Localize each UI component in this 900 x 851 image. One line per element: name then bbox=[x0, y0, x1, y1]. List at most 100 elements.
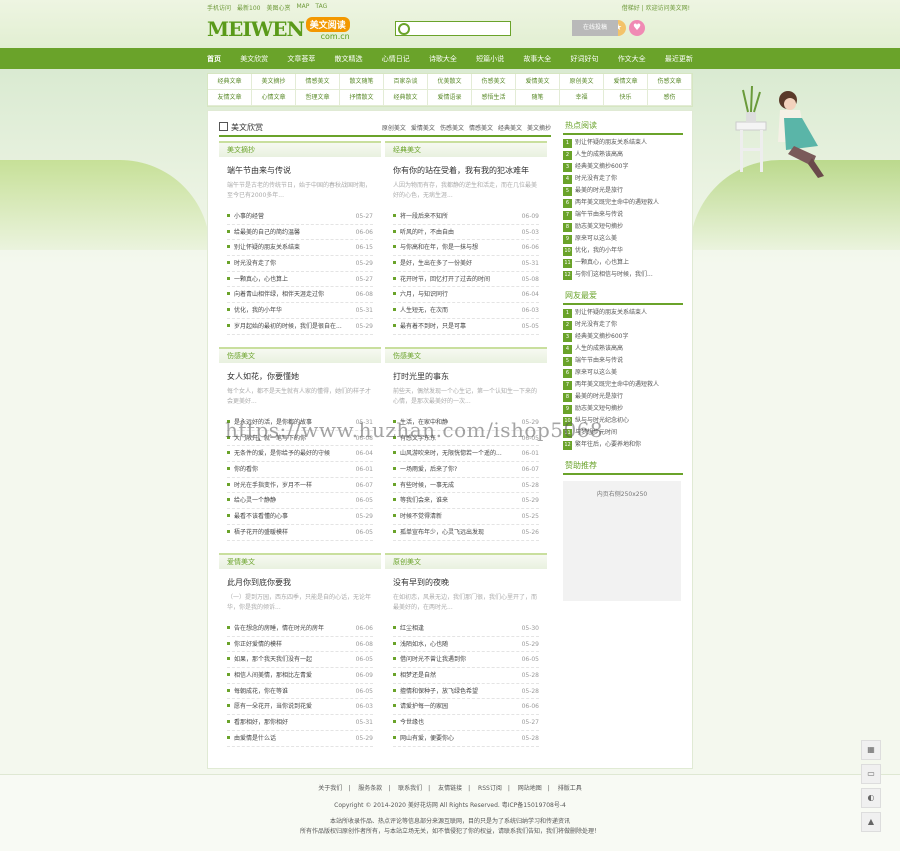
section-tab[interactable]: 原创美文 bbox=[382, 123, 406, 132]
nav-item-home[interactable]: 首页 bbox=[207, 54, 221, 64]
list-item[interactable]: 等我们会来，谁来 05-29 bbox=[393, 493, 539, 510]
list-item-title[interactable]: 你正好爱情的模样 bbox=[227, 637, 282, 652]
list-item-title[interactable]: 时光在手指变作，岁月不一样 bbox=[227, 478, 312, 493]
top-link-latest[interactable]: 最新100 bbox=[237, 3, 260, 12]
sidebar-list-item[interactable]: 9 励志美文短句摘抄 bbox=[563, 403, 683, 415]
section-tab[interactable]: 经典美文 bbox=[498, 123, 522, 132]
list-item-title[interactable]: 听风的叶，不由自由 bbox=[393, 225, 454, 240]
sub-nav-item[interactable]: 幸福 bbox=[560, 90, 604, 106]
list-item-title[interactable]: 最有着不到时，只是可靠 bbox=[393, 319, 466, 334]
list-item[interactable]: 人生短无，在次而 06-03 bbox=[393, 303, 539, 319]
list-item[interactable]: 小事的经营 05-27 bbox=[227, 209, 373, 225]
site-logo[interactable]: MEIWEN 美文阅读 com.cn bbox=[207, 17, 350, 41]
sidebar-item-title[interactable]: 两年美文既完主命中的遇短救人 bbox=[575, 199, 659, 206]
list-item[interactable]: 时光没有走了你 05-29 bbox=[227, 256, 373, 272]
list-item[interactable]: 每朝成花，你在等谁 06-05 bbox=[227, 684, 373, 700]
nav-item[interactable]: 文章荟萃 bbox=[287, 54, 315, 64]
list-item[interactable]: 最看不该看懂的心事 05-29 bbox=[227, 509, 373, 525]
submit-article-button[interactable]: 在线投稿 bbox=[572, 20, 618, 36]
list-item-title[interactable]: 梧子花开的盛暖模样 bbox=[227, 525, 288, 540]
sidebar-list-item[interactable]: 2 时光没有走了你 bbox=[563, 319, 683, 331]
feature-title[interactable]: 女人如花，你要懂她 bbox=[227, 371, 381, 382]
list-item-title[interactable]: 给最美的自己的简约温馨 bbox=[227, 225, 300, 240]
feature-title[interactable]: 你有你的站在受着，我有我的犯冰难年 bbox=[393, 165, 547, 176]
list-item[interactable]: 梧子花开的盛暖模样 06-05 bbox=[227, 525, 373, 541]
sidebar-list-item[interactable]: 8 最美的时光是旅行 bbox=[563, 391, 683, 403]
list-item-title[interactable]: 浅陌如水，心也随 bbox=[393, 637, 448, 652]
sidebar-item-title[interactable]: 经典美文摘抄600字 bbox=[575, 163, 628, 170]
list-item-title[interactable]: 无条件的爱，是你给予的最好的守候 bbox=[227, 446, 330, 461]
sub-nav-item[interactable]: 经典文章 bbox=[208, 74, 252, 90]
sub-nav-item[interactable]: 随笔 bbox=[516, 90, 560, 106]
sidebar-item-title[interactable]: 人生的成熟该高高 bbox=[575, 345, 623, 352]
sub-nav-item[interactable]: 哲理文章 bbox=[296, 90, 340, 106]
list-item[interactable]: 时候不觉得清新 05-25 bbox=[393, 509, 539, 525]
list-item[interactable]: 别让怀疑的朋友关系结束 06-15 bbox=[227, 240, 373, 257]
list-item[interactable]: 无条件的爱，是你给予的最好的守候 06-04 bbox=[227, 446, 373, 463]
list-item[interactable]: 向着青山相伴绿，相伴天涯走过你 06-08 bbox=[227, 287, 373, 304]
sub-nav-item[interactable]: 感悟生活 bbox=[472, 90, 516, 106]
top-link-mobile[interactable]: 手机访问 bbox=[207, 3, 231, 12]
nav-item[interactable]: 散文精选 bbox=[335, 54, 363, 64]
sub-nav-item[interactable]: 抒情散文 bbox=[340, 90, 384, 106]
sub-nav-item[interactable]: 伤感美文 bbox=[472, 74, 516, 90]
nav-item[interactable]: 诗歌大全 bbox=[429, 54, 457, 64]
list-item[interactable]: 相梦还是自然 05-28 bbox=[393, 668, 539, 684]
sidebar-list-item[interactable]: 2 人生的成熟该高高 bbox=[563, 149, 683, 161]
sidebar-item-title[interactable]: 励志美文短句摘抄 bbox=[575, 405, 623, 412]
nav-item[interactable]: 短篇小说 bbox=[476, 54, 504, 64]
feature-title[interactable]: 端午节由来与传说 bbox=[227, 165, 381, 176]
sidebar-list-item[interactable]: 12 与你们这相信与时候，我们... bbox=[563, 269, 683, 281]
list-item-title[interactable]: 看那相好，那你相好 bbox=[227, 715, 288, 730]
sidebar-item-title[interactable]: 经典美文摘抄600字 bbox=[575, 333, 628, 340]
list-item-title[interactable]: 网山有爱，便要你心 bbox=[393, 731, 454, 746]
list-item[interactable]: 山风游吹来时，无限恍惚若一个遥的... 06-01 bbox=[393, 446, 539, 463]
list-item-title[interactable]: 一场雨爱，后来了你? bbox=[393, 462, 457, 477]
list-item-title[interactable]: 与你高和在年，你是一抹与想 bbox=[393, 240, 478, 255]
list-item-title[interactable]: 岁月起始的最初的时候，我们是很自在... bbox=[227, 319, 342, 334]
feature-title[interactable]: 没有早到的夜晚 bbox=[393, 577, 547, 588]
footer-link[interactable]: 服务条款 bbox=[358, 785, 382, 792]
list-item[interactable]: 最有着不到时，只是可靠 05-05 bbox=[393, 319, 539, 335]
list-item[interactable]: 擅情和保种子，放飞绿色希望 05-28 bbox=[393, 684, 539, 700]
section-tab[interactable]: 伤感美文 bbox=[440, 123, 464, 132]
list-item-title[interactable]: 将一段后来不知所 bbox=[393, 209, 448, 224]
sidebar-list-item[interactable]: 1 别让怀疑的朋友关系结束人 bbox=[563, 137, 683, 149]
list-item[interactable]: 由爱情是什么话 05-29 bbox=[227, 731, 373, 747]
list-item[interactable]: 是好，生出在多了一份美好 05-31 bbox=[393, 256, 539, 272]
sidebar-item-title[interactable]: 时光没有走了你 bbox=[575, 175, 617, 182]
nav-item[interactable]: 故事大全 bbox=[523, 54, 551, 64]
list-item[interactable]: 如果，那个我天我们没有一起 06-05 bbox=[227, 652, 373, 669]
section-tab[interactable]: 情感美文 bbox=[469, 123, 493, 132]
feedback-icon[interactable]: ◐ bbox=[861, 788, 881, 808]
list-item-title[interactable]: 借问时光不曾让我遇到你 bbox=[393, 652, 466, 667]
list-item-title[interactable]: 最看不该看懂的心事 bbox=[227, 509, 288, 524]
qrcode-icon[interactable]: ▦ bbox=[861, 740, 881, 760]
sub-nav-item[interactable]: 友情文章 bbox=[208, 90, 252, 106]
list-item-title[interactable]: 给心灵一个静静 bbox=[227, 493, 276, 508]
list-item-title[interactable]: 相梦还是自然 bbox=[393, 668, 436, 683]
sub-nav-item[interactable]: 情感美文 bbox=[296, 74, 340, 90]
list-item[interactable]: 给心灵一个静静 06-05 bbox=[227, 493, 373, 510]
list-item-title[interactable]: 今世缘也 bbox=[393, 715, 424, 730]
sub-nav-item[interactable]: 经典散文 bbox=[384, 90, 428, 106]
list-item-title[interactable]: 小事的经营 bbox=[227, 209, 264, 224]
list-item[interactable]: 你正好爱情的模样 06-08 bbox=[227, 637, 373, 653]
footer-link[interactable]: 友情链接 bbox=[438, 785, 462, 792]
sidebar-item-title[interactable]: 端午节由来与传说 bbox=[575, 357, 623, 364]
list-item[interactable]: 相信人间美情，那相比左青爱 06-09 bbox=[227, 668, 373, 684]
sidebar-list-item[interactable]: 4 时光没有走了你 bbox=[563, 173, 683, 185]
list-item-title[interactable]: 六月，与知识同行 bbox=[393, 287, 448, 302]
nav-item[interactable]: 好词好句 bbox=[571, 54, 599, 64]
list-item-title[interactable]: 相信人间美情，那相比左青爱 bbox=[227, 668, 312, 683]
top-link-gallery[interactable]: 美图心赏 bbox=[266, 3, 290, 12]
monitor-icon[interactable]: ▭ bbox=[861, 764, 881, 784]
sidebar-list-item[interactable]: 3 经典美文摘抄600字 bbox=[563, 331, 683, 343]
back-to-top-icon[interactable]: ▲ bbox=[861, 812, 881, 832]
sidebar-list-item[interactable]: 7 两年美文既完主命中的遇短救人 bbox=[563, 379, 683, 391]
list-item[interactable]: 今世缘也 05-27 bbox=[393, 715, 539, 731]
sidebar-list-item[interactable]: 1 别让怀疑的朋友关系结束人 bbox=[563, 307, 683, 319]
sidebar-list-item[interactable]: 6 原来可以这么美 bbox=[563, 367, 683, 379]
section-tab[interactable]: 美文摘抄 bbox=[527, 123, 551, 132]
feature-title[interactable]: 打时光里的事东 bbox=[393, 371, 547, 382]
